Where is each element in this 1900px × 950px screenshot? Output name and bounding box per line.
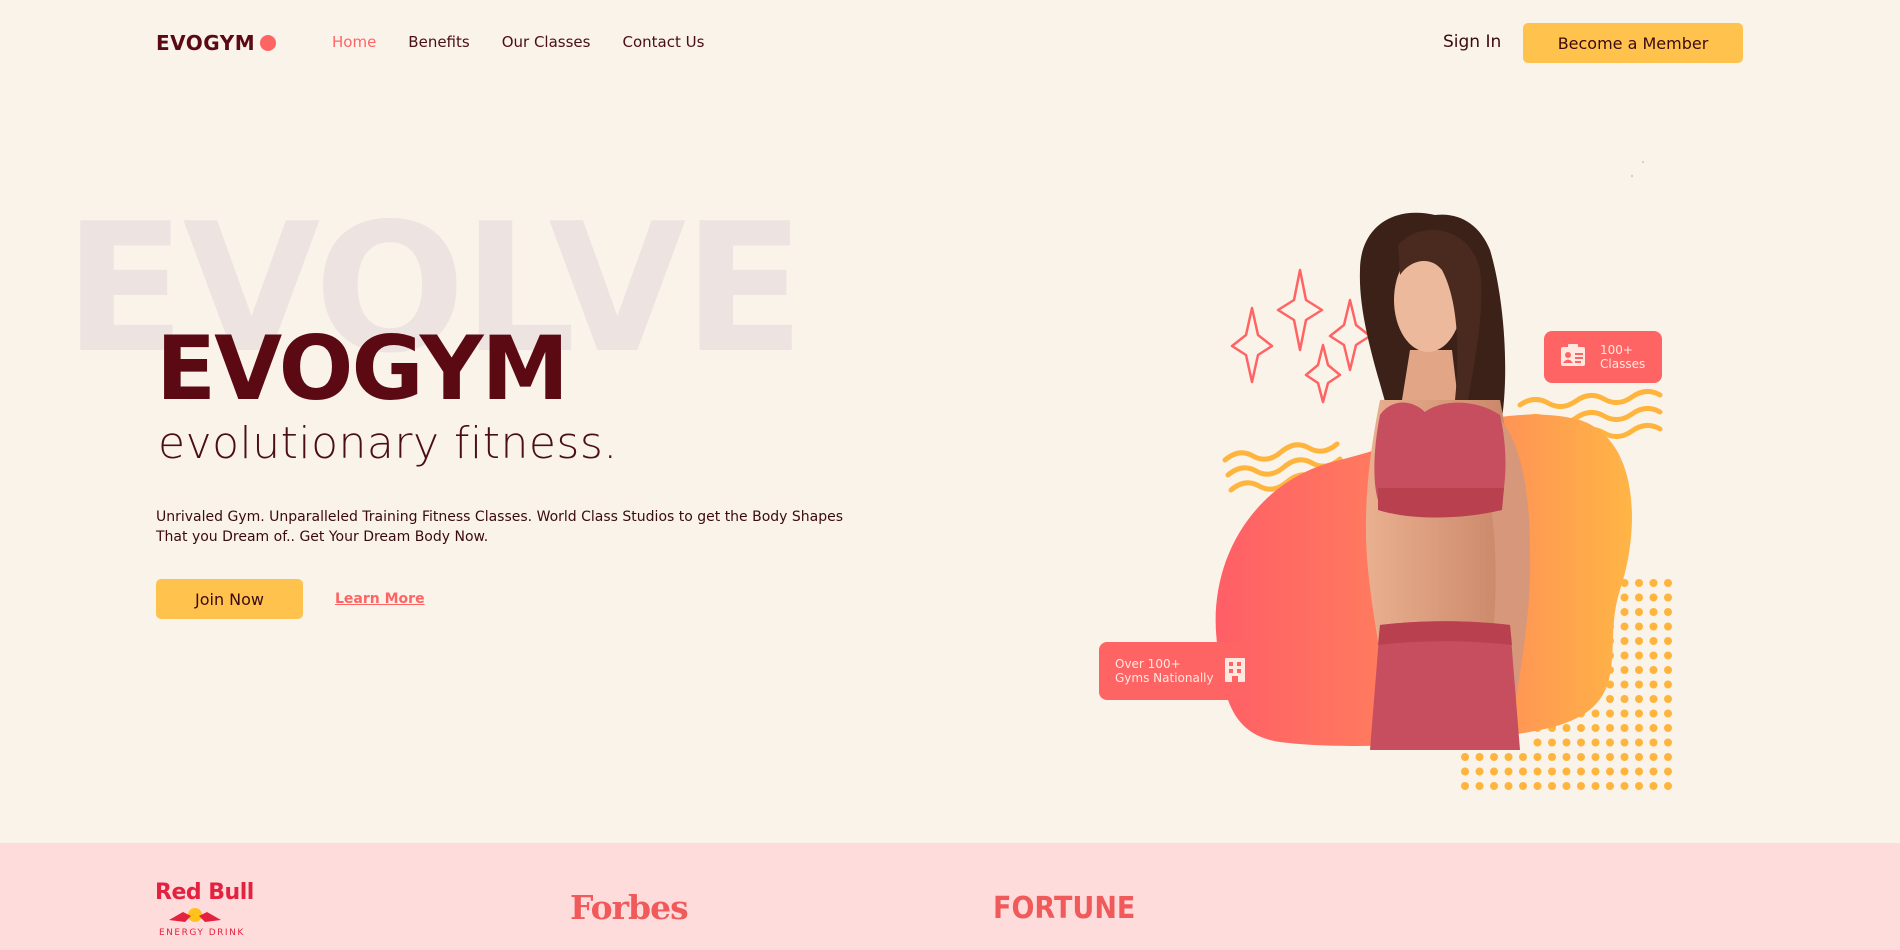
gyms-badge-text: Over 100+ Gyms Nationally: [1115, 657, 1214, 685]
logo[interactable]: EVOGYM: [156, 31, 277, 55]
logo-text: EVOGYM: [156, 31, 256, 55]
redbull-logo-text: Red Bull: [155, 880, 254, 905]
nav-link-our-classes[interactable]: Our Classes: [502, 33, 591, 51]
hero-description: Unrivaled Gym. Unparalleled Training Fit…: [156, 509, 844, 545]
hero-title: EVOGYM: [156, 317, 569, 420]
become-member-button[interactable]: Become a Member: [1523, 23, 1743, 63]
nav-link-benefits[interactable]: Benefits: [408, 33, 469, 51]
building-icon: [1224, 657, 1246, 686]
learn-more-link[interactable]: Learn More: [335, 591, 425, 607]
gyms-badge: Over 100+ Gyms Nationally: [1099, 642, 1247, 700]
hero-subtitle: evolutionary fitness.: [158, 418, 618, 469]
navbar: EVOGYM Home Benefits Our Classes Contact…: [0, 0, 1900, 86]
fortune-logo: FORTUNE: [993, 891, 1136, 926]
sponsors-band: [0, 843, 1900, 950]
join-now-button[interactable]: Join Now: [156, 579, 303, 619]
redbull-logo: Red Bull ENERGY DRINK: [155, 880, 254, 939]
nav-link-contact-us[interactable]: Contact Us: [622, 33, 704, 51]
id-card-icon: [1560, 343, 1586, 371]
nav-link-home[interactable]: Home: [332, 33, 376, 51]
classes-badge-text: 100+ Classes: [1600, 343, 1645, 371]
classes-badge: 100+ Classes: [1544, 331, 1662, 383]
sparkle-icon: [1230, 268, 1372, 404]
redbull-logo-sub: ENERGY DRINK: [159, 928, 245, 938]
athlete-figure: [1359, 212, 1531, 750]
classes-badge-line1: 100+: [1600, 343, 1633, 357]
forbes-logo: Forbes: [570, 888, 689, 927]
sign-in-link[interactable]: Sign In: [1443, 32, 1501, 52]
nav-links: Home Benefits Our Classes Contact Us: [332, 33, 704, 51]
hero-illustration: [1215, 161, 1672, 790]
logo-dot-icon: [260, 35, 277, 51]
redbull-bulls-icon: [169, 908, 221, 922]
gyms-badge-line1: Over 100+: [1115, 657, 1181, 671]
classes-badge-line2: Classes: [1600, 357, 1646, 371]
gyms-badge-line2: Gyms Nationally: [1115, 671, 1214, 685]
